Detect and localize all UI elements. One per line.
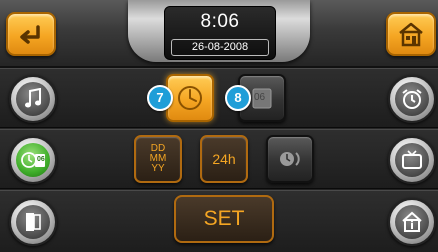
clock-sync-icon xyxy=(280,152,300,166)
house-info-icon xyxy=(402,211,422,232)
home-button[interactable] xyxy=(386,12,436,56)
alarm-button[interactable] xyxy=(388,75,436,123)
clock-date: 26-08-2008 xyxy=(171,39,269,56)
music-button[interactable] xyxy=(9,75,57,123)
clock-settings-screen: 8:06 26-08-2008 7 06 8 06 DD MM YY 24h S… xyxy=(0,0,438,252)
clock-icon xyxy=(178,86,202,110)
clock-sync-button[interactable] xyxy=(266,135,314,183)
badge-8: 8 xyxy=(225,85,251,111)
tv-icon xyxy=(402,150,422,169)
music-note-icon xyxy=(25,88,41,108)
date-format-button[interactable]: DD MM YY xyxy=(134,135,182,183)
door-icon xyxy=(26,213,41,231)
settings-row-2: 06 DD MM YY 24h xyxy=(0,129,438,189)
house-info-button[interactable] xyxy=(388,198,436,246)
date-format-label: DD MM YY xyxy=(149,143,167,174)
clock-time: 8:06 xyxy=(200,11,240,32)
tv-button[interactable] xyxy=(388,136,436,184)
date-button-label: 06 xyxy=(254,92,266,103)
settings-row-1: 7 06 8 xyxy=(0,68,438,128)
hour-format-label: 24h xyxy=(212,151,236,167)
clock-date-menu-button[interactable]: 06 xyxy=(9,136,57,184)
door-button[interactable] xyxy=(9,198,57,246)
clock-date-menu-label: 06 xyxy=(37,156,45,163)
top-bar: 8:06 26-08-2008 xyxy=(0,0,438,68)
clock-display: 8:06 26-08-2008 xyxy=(128,0,310,62)
hour-format-button[interactable]: 24h xyxy=(200,135,248,183)
back-arrow-icon xyxy=(20,25,40,44)
back-button[interactable] xyxy=(6,12,56,56)
alarm-clock-icon xyxy=(402,89,422,109)
clock-screen: 8:06 26-08-2008 xyxy=(164,6,276,60)
clock-set-button[interactable] xyxy=(166,74,214,122)
set-button[interactable]: SET xyxy=(174,195,274,243)
home-icon xyxy=(399,22,423,47)
badge-7: 7 xyxy=(147,85,173,111)
